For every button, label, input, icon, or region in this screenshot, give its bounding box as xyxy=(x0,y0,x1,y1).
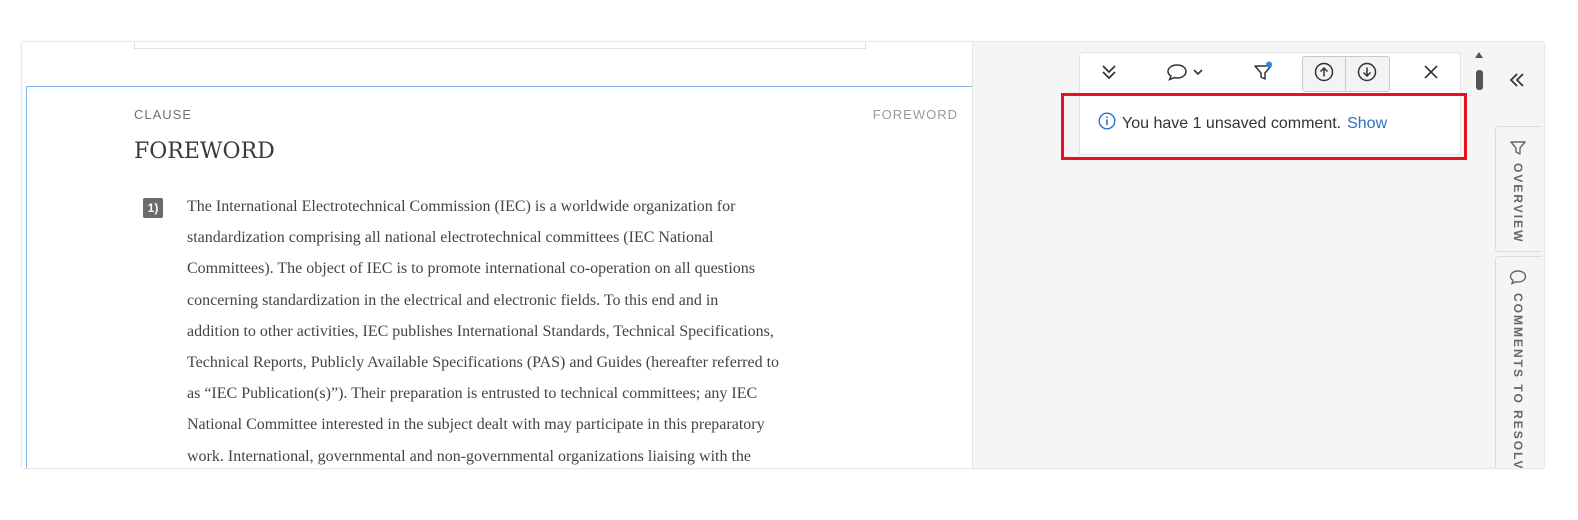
paragraph-line: Committees). The object of IEC is to pro… xyxy=(187,260,756,278)
paragraph-line: work. International, governmental and no… xyxy=(187,447,751,465)
paragraph-line: concerning standardization in the electr… xyxy=(187,291,719,309)
arrow-up-circle-icon xyxy=(1314,62,1334,87)
navigation-button-group xyxy=(1302,56,1390,92)
comment-type-dropdown[interactable] xyxy=(1160,53,1210,95)
paragraph-line: The International Electrotechnical Commi… xyxy=(187,198,736,215)
paragraph-line: standardization comprising all national … xyxy=(187,229,714,247)
tab-overview[interactable]: OVERVIEW xyxy=(1495,126,1542,252)
paragraph-line: Technical Reports, Publicly Available Sp… xyxy=(187,353,780,371)
filter-button[interactable] xyxy=(1248,53,1278,95)
scrollbar[interactable] xyxy=(1473,50,1485,468)
filter-icon xyxy=(1252,61,1274,88)
close-icon xyxy=(1423,64,1439,85)
paragraph-line: addition to other activities, IEC publis… xyxy=(187,322,774,340)
collapse-panel-button[interactable] xyxy=(1502,70,1532,94)
tab-comments-label: COMMENTS TO RESOLVE xyxy=(1511,293,1525,468)
paragraph-line: as “IEC Publication(s)”). Their preparat… xyxy=(187,385,758,403)
clause-block[interactable]: CLAUSE FOREWORD FOREWORD 1) The Internat… xyxy=(26,86,973,468)
info-icon xyxy=(1098,112,1116,135)
previous-comment-button[interactable] xyxy=(1303,57,1345,91)
paragraph-text: The International Electrotechnical Commi… xyxy=(187,195,779,468)
clause-section-label: FOREWORD xyxy=(872,107,958,122)
unsaved-comment-notice: You have 1 unsaved comment. Show xyxy=(1098,112,1387,135)
comment-icon xyxy=(1166,62,1188,87)
notice-text: You have 1 unsaved comment. xyxy=(1122,114,1342,132)
tab-comments-to-resolve[interactable]: COMMENTS TO RESOLVE xyxy=(1495,256,1542,468)
collapse-all-button[interactable] xyxy=(1094,53,1124,95)
previous-clause-block xyxy=(134,42,866,49)
clause-type-label: CLAUSE xyxy=(134,107,193,122)
comments-pane: You have 1 unsaved comment. Show xyxy=(972,42,1544,468)
show-link[interactable]: Show xyxy=(1347,115,1387,133)
comments-toolbar xyxy=(1079,52,1461,96)
chevron-down-icon xyxy=(1192,65,1204,83)
next-comment-button[interactable] xyxy=(1346,57,1388,91)
scrollbar-thumb[interactable] xyxy=(1476,70,1483,90)
app-window: CLAUSE FOREWORD FOREWORD 1) The Internat… xyxy=(22,42,1544,468)
unsaved-comment-notice-panel: You have 1 unsaved comment. Show xyxy=(1079,94,1461,155)
arrow-down-circle-icon xyxy=(1357,62,1377,87)
side-rail: OVERVIEW COMMENTS TO RESOLVE xyxy=(1494,42,1544,468)
double-chevron-down-icon xyxy=(1100,63,1118,86)
tab-overview-label: OVERVIEW xyxy=(1511,163,1525,244)
paragraph-number-badge: 1) xyxy=(143,198,163,218)
double-chevron-left-icon xyxy=(1508,71,1526,94)
filter-icon xyxy=(1509,139,1527,162)
paragraph-line: National Committee interested in the sub… xyxy=(187,416,765,434)
document-area: CLAUSE FOREWORD FOREWORD 1) The Internat… xyxy=(22,42,973,468)
comment-icon xyxy=(1509,269,1527,292)
scroll-up-arrow-icon[interactable] xyxy=(1475,52,1483,58)
close-button[interactable] xyxy=(1416,53,1446,95)
clause-title: FOREWORD xyxy=(134,139,275,164)
